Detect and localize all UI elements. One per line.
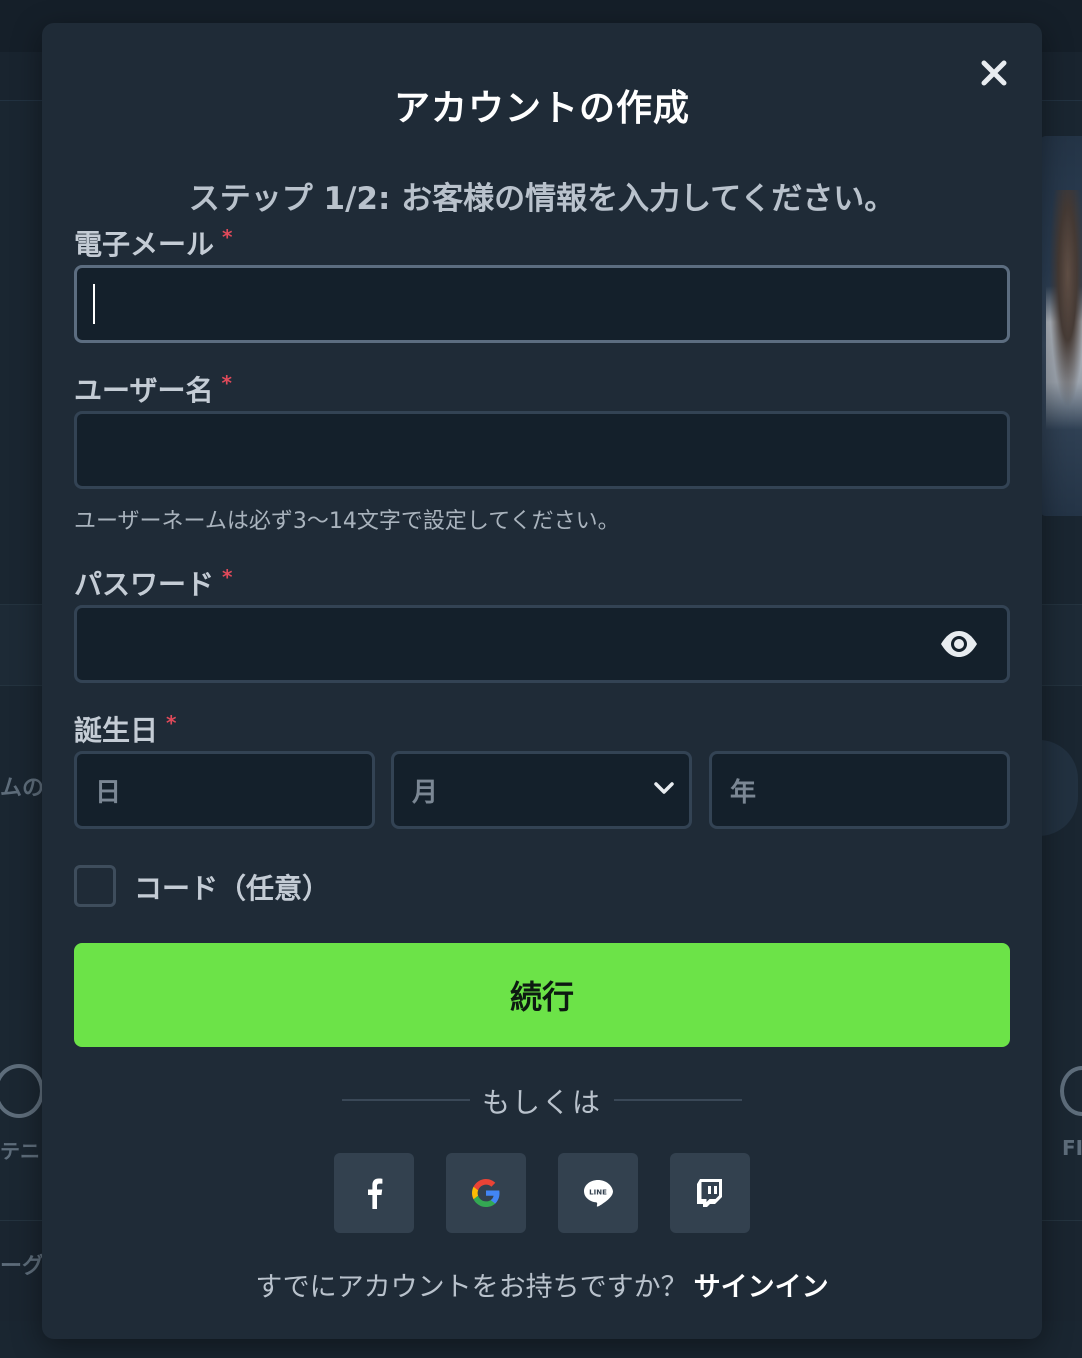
- password-field[interactable]: [74, 605, 1010, 683]
- username-label-text: ユーザー名: [74, 374, 214, 407]
- signin-link[interactable]: サインイン: [694, 1272, 829, 1303]
- create-account-modal: アカウントの作成 ステップ 1/2: お客様の情報を入力してください。 電子メー…: [42, 23, 1042, 1339]
- eye-icon: [941, 631, 977, 657]
- twitch-login-button[interactable]: [670, 1153, 750, 1233]
- step-indicator: ステップ 1/2: お客様の情報を入力してください。: [188, 181, 896, 217]
- email-field[interactable]: [74, 265, 1010, 343]
- username-field[interactable]: [74, 411, 1010, 489]
- signin-question: すでにアカウントをお持ちですか？: [255, 1272, 688, 1303]
- email-label-text: 電子メール: [74, 228, 215, 261]
- line-login-button[interactable]: LINE: [558, 1153, 638, 1233]
- modal-title: アカウントの作成: [393, 88, 690, 129]
- signin-prompt: すでにアカウントをお持ちですか？ サインイン: [42, 1265, 1042, 1304]
- month-placeholder: 月: [412, 777, 439, 808]
- continue-button-label: 続行: [509, 978, 574, 1016]
- required-mark: *: [222, 565, 233, 589]
- birthday-label-text: 誕生日: [74, 714, 159, 747]
- chevron-down-icon: [654, 782, 674, 794]
- facebook-login-button[interactable]: [334, 1153, 414, 1233]
- close-icon: [981, 60, 1007, 86]
- year-placeholder: 年: [730, 777, 757, 808]
- birthday-year-field[interactable]: 年: [709, 751, 1010, 829]
- line-icon-text: LINE: [589, 1189, 607, 1197]
- password-label: パスワード *: [74, 563, 232, 603]
- day-placeholder: 日: [95, 777, 122, 808]
- background-text: ムの: [0, 776, 45, 801]
- required-mark: *: [222, 225, 233, 249]
- google-icon: [472, 1179, 500, 1207]
- birthday-label: 誕生日 *: [74, 709, 176, 749]
- background-text: FI: [1062, 1136, 1082, 1160]
- username-label: ユーザー名 *: [74, 369, 232, 409]
- twitch-icon: [697, 1179, 722, 1207]
- username-hint: ユーザーネームは必ず3〜14文字で設定してください。: [74, 509, 620, 534]
- line-icon: LINE: [584, 1180, 613, 1207]
- background-text: テニ: [0, 1139, 40, 1163]
- close-button[interactable]: [974, 53, 1014, 93]
- or-divider-text: もしくは: [481, 1086, 602, 1119]
- code-label[interactable]: コード（任意）: [134, 867, 330, 907]
- facebook-icon: [368, 1178, 383, 1209]
- password-visibility-toggle[interactable]: [939, 628, 979, 660]
- birthday-month-select[interactable]: 月: [391, 751, 692, 829]
- google-login-button[interactable]: [446, 1153, 526, 1233]
- code-checkbox[interactable]: [74, 865, 116, 907]
- background-text: ーグ: [0, 1254, 45, 1279]
- continue-button[interactable]: 続行: [74, 943, 1010, 1047]
- birthday-day-field[interactable]: 日: [74, 751, 375, 829]
- background-hero-player-image: [1046, 190, 1082, 430]
- email-label: 電子メール *: [74, 223, 232, 263]
- required-mark: *: [221, 371, 232, 395]
- divider-line: [614, 1099, 742, 1101]
- text-cursor: [93, 284, 95, 324]
- password-label-text: パスワード: [74, 568, 215, 601]
- required-mark: *: [166, 711, 177, 735]
